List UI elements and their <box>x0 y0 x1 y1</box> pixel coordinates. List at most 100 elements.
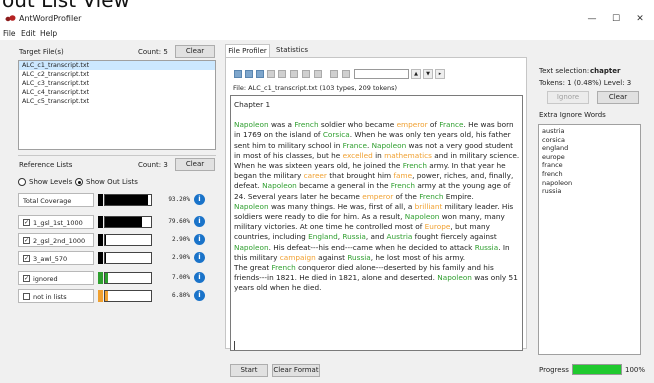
out-of-list-word: mathematics <box>384 150 432 160</box>
list-item: french <box>542 169 563 178</box>
target-files-label: Target File(s) <box>19 48 64 56</box>
open-icon[interactable] <box>234 70 242 78</box>
info-icon[interactable]: i <box>194 234 205 245</box>
show-levels-radio[interactable] <box>18 178 26 186</box>
text-paragraph: Napoleon was a French soldier who became… <box>234 120 520 202</box>
text-run: was a <box>268 120 295 130</box>
reference-row-text: 2_gsl_2nd_1000 <box>33 237 86 245</box>
info-icon[interactable]: i <box>194 290 205 301</box>
out-of-list-word: Europe <box>424 222 451 232</box>
font-smaller-icon[interactable] <box>330 70 338 78</box>
find-icon[interactable]: ▲ <box>411 69 421 79</box>
text-run: against <box>315 252 348 262</box>
tab-statistics[interactable]: Statistics <box>272 44 312 57</box>
info-icon[interactable]: i <box>194 216 205 227</box>
paste-icon[interactable] <box>290 70 298 78</box>
find-previous-icon[interactable]: ▼ <box>423 69 433 79</box>
reference-row-label[interactable]: ✓ 1_gsl_1st_1000 <box>18 215 94 229</box>
copy-icon[interactable] <box>278 70 286 78</box>
save-icon[interactable] <box>245 70 253 78</box>
ignored-word: Austria <box>386 232 413 242</box>
coverage-bar <box>104 194 152 206</box>
undo-icon[interactable] <box>302 70 310 78</box>
reference-row-text: Total Coverage <box>23 197 72 205</box>
coverage-bar-fill <box>105 235 107 245</box>
list-item[interactable]: ALC_c1_transcript.txt <box>19 61 215 70</box>
reference-row-label[interactable]: ✓ 2_gsl_2nd_1000 <box>18 233 94 247</box>
font-larger-icon[interactable] <box>342 70 350 78</box>
ignored-word: France <box>439 120 464 130</box>
close-button[interactable]: ✕ <box>630 13 650 25</box>
extra-ignore-list[interactable]: austria corsica england europe france fr… <box>538 124 641 355</box>
save-as-icon[interactable] <box>256 70 264 78</box>
reference-row-label[interactable]: ✓ 3_awl_570 <box>18 251 94 265</box>
minimize-button[interactable]: — <box>582 13 602 25</box>
out-of-list-word: brilliant <box>414 201 443 211</box>
coverage-percent: 2.90% <box>171 254 190 261</box>
clear-format-button[interactable]: Clear Format <box>272 364 320 377</box>
top-banner: out List View <box>0 0 654 10</box>
clear-reference-button[interactable]: Clear <box>175 158 215 171</box>
include-checkbox[interactable] <box>23 293 30 300</box>
list-item[interactable]: ALC_c2_transcript.txt <box>19 70 215 79</box>
start-button[interactable]: Start <box>230 364 268 377</box>
list-item[interactable]: ALC_c3_transcript.txt <box>19 79 215 88</box>
coverage-bar-fill <box>105 217 142 227</box>
include-checkbox[interactable]: ✓ <box>23 219 30 226</box>
banner-text: out List View <box>2 0 130 10</box>
coverage-bar-fill <box>105 291 109 301</box>
info-icon[interactable]: i <box>194 272 205 283</box>
list-item[interactable]: ALC_c4_transcript.txt <box>19 88 215 97</box>
clear-files-button[interactable]: Clear <box>175 45 215 58</box>
include-checkbox[interactable]: ✓ <box>23 275 30 282</box>
ignored-word: Russia <box>347 252 371 262</box>
target-count-label: Count: 5 <box>138 48 168 56</box>
text-editor[interactable]: Chapter 1 Napoleon was a French soldier … <box>230 95 523 351</box>
include-checkbox[interactable]: ✓ <box>23 237 30 244</box>
list-item: england <box>542 144 569 153</box>
target-file-list[interactable]: ALC_c1_transcript.txt ALC_c2_transcript.… <box>18 60 216 150</box>
list-item[interactable]: ALC_c5_transcript.txt <box>19 97 215 106</box>
text-run: , and <box>365 232 387 242</box>
clear-selection-button[interactable]: Clear <box>597 91 639 104</box>
redo-icon[interactable] <box>314 70 322 78</box>
menu-edit[interactable]: Edit <box>21 29 36 38</box>
show-out-lists-radio[interactable] <box>75 178 83 186</box>
list-item: corsica <box>542 135 565 144</box>
color-swatch <box>98 194 103 206</box>
text-run: of the <box>393 191 420 201</box>
tab-file-profiler[interactable]: File Profiler <box>225 44 270 57</box>
ignored-word: French <box>271 263 296 273</box>
text-run: was many things. He was, first of all, a <box>268 201 415 211</box>
out-of-list-word: emperor <box>396 120 428 130</box>
include-checkbox[interactable]: ✓ <box>23 255 30 262</box>
info-icon[interactable]: i <box>194 252 205 263</box>
progress-label: Progress <box>539 366 569 374</box>
editor-body: Napoleon was a French soldier who became… <box>234 120 520 293</box>
reference-row-text: 1_gsl_1st_1000 <box>33 219 83 227</box>
find-next-icon[interactable]: ▸ <box>435 69 445 79</box>
text-run: in <box>372 150 385 160</box>
ignore-button[interactable]: Ignore <box>547 91 589 104</box>
reference-row-label: Total Coverage <box>18 193 94 207</box>
menu-help[interactable]: Help <box>40 29 57 38</box>
info-icon[interactable]: i <box>194 194 205 205</box>
text-run: . His defeat---his end---came when he de… <box>268 242 475 252</box>
maximize-button[interactable]: ☐ <box>606 13 626 25</box>
reference-row-label[interactable]: ✓ ignored <box>18 271 94 285</box>
reference-row-label[interactable]: not in lists <box>18 289 94 303</box>
ignored-word: Corsica <box>322 130 350 140</box>
file-info: File: ALC_c1_transcript.txt (103 types, … <box>233 84 398 92</box>
menu-file[interactable]: File <box>3 29 16 38</box>
cut-icon[interactable] <box>267 70 275 78</box>
app-ant-icon <box>5 15 16 22</box>
reference-row-text: 3_awl_570 <box>33 255 68 263</box>
search-input[interactable] <box>354 69 409 79</box>
text-run: became a general in the <box>296 181 391 191</box>
ignored-word: French <box>390 181 416 191</box>
ignored-word: Napoleon <box>437 273 472 283</box>
text-run: , he lost most of his army. <box>370 252 466 262</box>
menu-bar: File Edit Help <box>0 28 654 40</box>
ignored-word: Napoleon <box>404 212 440 222</box>
out-of-list-word: emperor <box>362 191 394 201</box>
